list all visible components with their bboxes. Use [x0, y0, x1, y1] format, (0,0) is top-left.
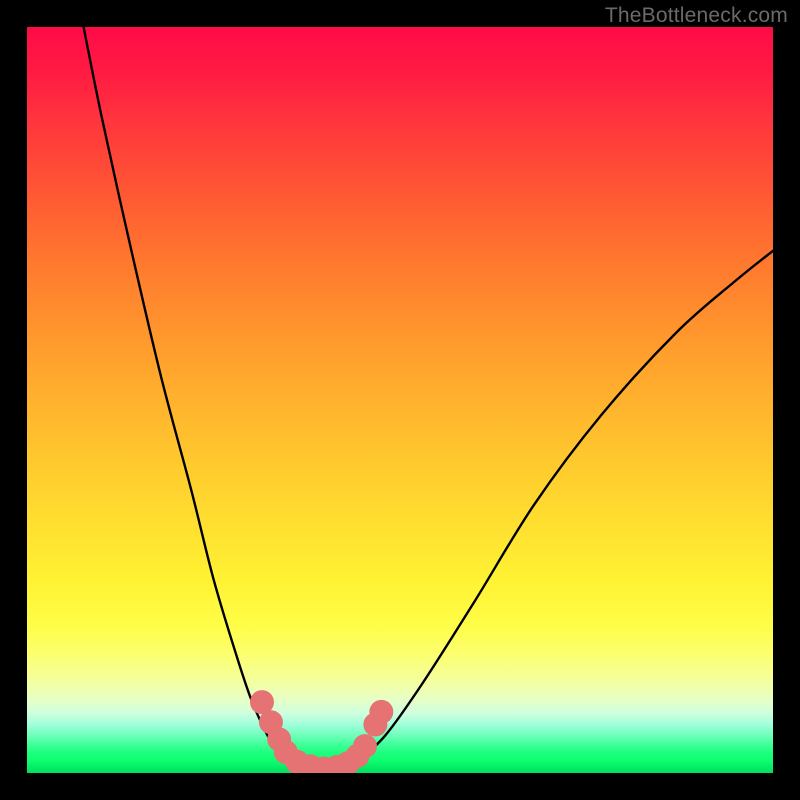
data-marker — [369, 700, 393, 724]
outer-frame: TheBottleneck.com — [0, 0, 800, 800]
data-marker — [353, 734, 377, 758]
marker-layer — [250, 690, 393, 773]
bottleneck-curve — [79, 27, 773, 769]
plot-area — [27, 27, 773, 773]
watermark-text: TheBottleneck.com — [605, 4, 788, 28]
curve-layer — [79, 27, 773, 769]
chart-svg — [27, 27, 773, 773]
